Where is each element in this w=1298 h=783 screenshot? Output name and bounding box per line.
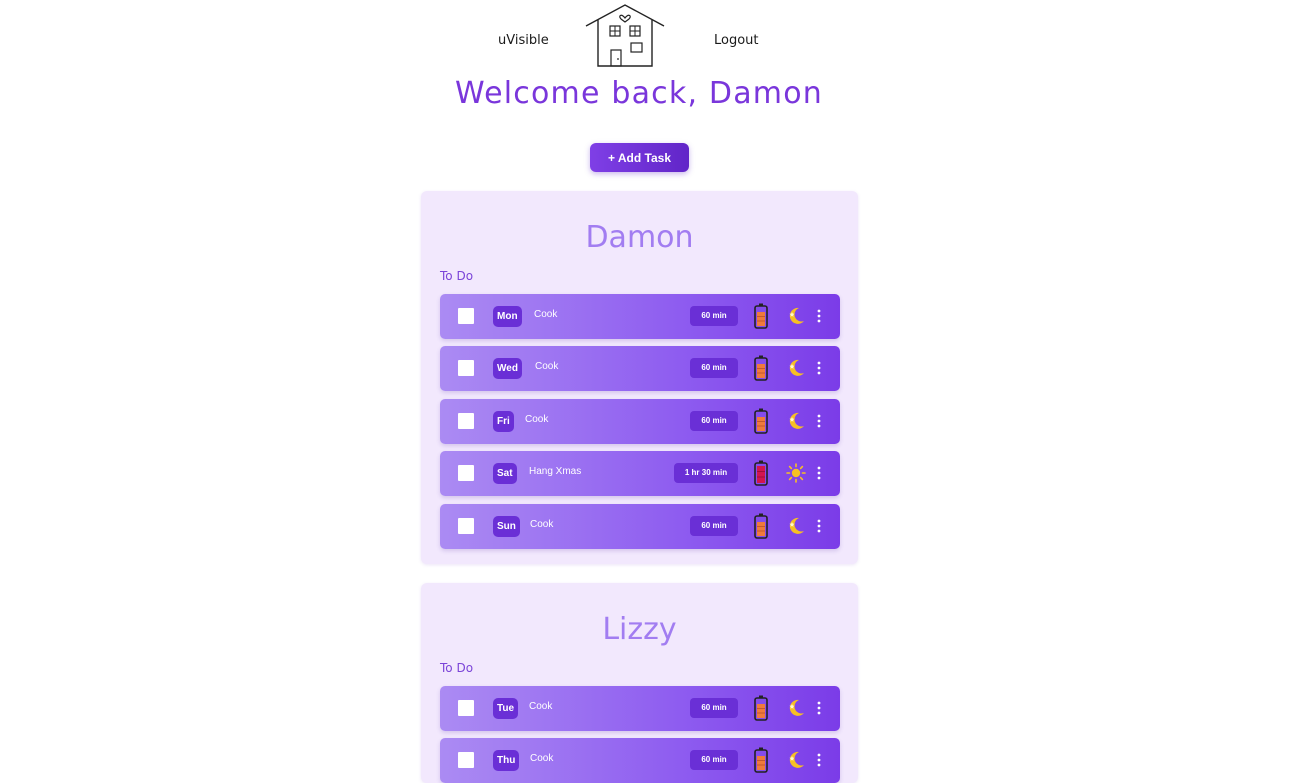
add-task-button[interactable]: + Add Task [590,143,689,172]
more-options-icon[interactable] [813,750,825,770]
task-row[interactable]: Tue Cook 60 min [440,686,840,731]
battery-mid-icon [754,695,768,721]
task-row[interactable]: Mon Cook 60 min [440,294,840,339]
house-logo-icon[interactable] [584,2,666,68]
battery-mid-icon [754,303,768,329]
duration-badge: 60 min [690,516,738,536]
task-checkbox[interactable] [458,465,474,481]
more-options-icon[interactable] [813,306,825,326]
task-name: Cook [525,414,549,425]
day-badge: Fri [493,411,514,432]
duration-badge: 1 hr 30 min [674,463,738,483]
day-badge: Thu [493,750,520,771]
day-badge: Mon [493,306,522,327]
more-options-icon[interactable] [813,516,825,536]
battery-low-icon [754,460,768,486]
task-row[interactable]: Sat Hang Xmas 1 hr 30 min [440,451,840,496]
task-name: Cook [535,361,559,372]
duration-badge: 60 min [690,358,738,378]
day-badge: Sun [493,516,520,537]
todo-label: To Do [440,661,474,675]
moon-icon [786,516,806,536]
task-checkbox[interactable] [458,752,474,768]
moon-icon [786,750,806,770]
task-name: Cook [530,753,554,764]
task-name: Cook [530,519,554,530]
more-options-icon[interactable] [813,358,825,378]
task-name: Cook [534,309,558,320]
task-checkbox[interactable] [458,518,474,534]
more-options-icon[interactable] [813,463,825,483]
member-name: Damon [585,220,694,255]
task-name: Hang Xmas [529,466,582,477]
top-nav: uVisible Logout [0,0,1298,70]
member-card-damon: Damon To Do Mon Cook 60 min Wed Cook 60 … [421,191,858,564]
task-row[interactable]: Thu Cook 60 min [440,738,840,783]
task-name: Cook [529,701,553,712]
battery-mid-icon [754,747,768,773]
duration-badge: 60 min [690,306,738,326]
moon-icon [786,698,806,718]
task-checkbox[interactable] [458,700,474,716]
battery-mid-icon [754,513,768,539]
duration-badge: 60 min [690,750,738,770]
welcome-heading: Welcome back, Damon [454,76,823,111]
duration-badge: 60 min [690,411,738,431]
member-card-lizzy: Lizzy To Do Tue Cook 60 min Thu Cook 60 … [421,583,858,783]
sun-icon [786,463,806,483]
task-checkbox[interactable] [458,360,474,376]
member-name: Lizzy [602,612,677,647]
battery-mid-icon [754,355,768,381]
task-row[interactable]: Wed Cook 60 min [440,346,840,391]
day-badge: Wed [493,358,522,379]
brand-link[interactable]: uVisible [498,33,549,48]
duration-badge: 60 min [690,698,738,718]
task-checkbox[interactable] [458,308,474,324]
moon-icon [786,411,806,431]
task-checkbox[interactable] [458,413,474,429]
logout-link[interactable]: Logout [714,33,759,48]
more-options-icon[interactable] [813,698,825,718]
moon-icon [786,306,806,326]
todo-label: To Do [440,269,474,283]
battery-mid-icon [754,408,768,434]
moon-icon [786,358,806,378]
more-options-icon[interactable] [813,411,825,431]
task-row[interactable]: Fri Cook 60 min [440,399,840,444]
day-badge: Tue [493,698,519,719]
day-badge: Sat [493,463,517,484]
task-row[interactable]: Sun Cook 60 min [440,504,840,549]
